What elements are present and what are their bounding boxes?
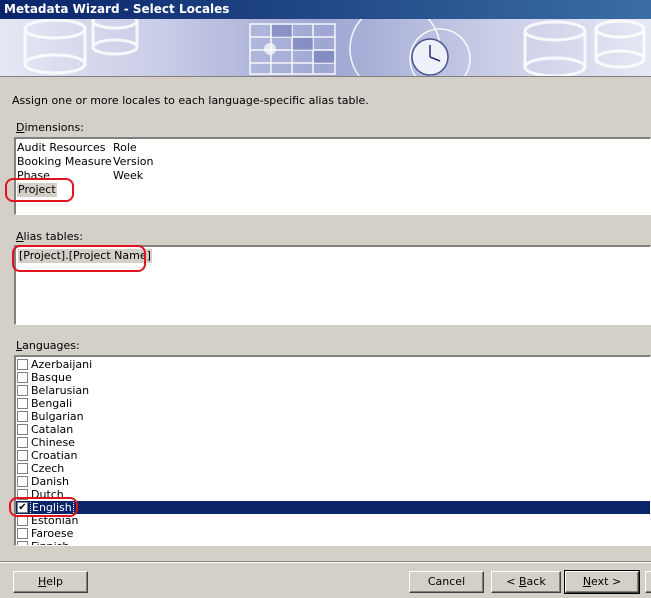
language-checkbox[interactable]: [17, 476, 28, 487]
language-item-czech[interactable]: Czech: [16, 462, 650, 475]
language-checkbox[interactable]: [17, 437, 28, 448]
language-checkbox[interactable]: [17, 411, 28, 422]
languages-label: Languages:: [16, 339, 80, 352]
language-label: Faroese: [31, 527, 74, 540]
language-checkbox[interactable]: [17, 398, 28, 409]
language-checkbox[interactable]: [17, 515, 28, 526]
language-checkbox[interactable]: [17, 463, 28, 474]
title-bar: Metadata Wizard - Select Locales: [0, 0, 651, 19]
language-checkbox[interactable]: ✔: [17, 502, 28, 513]
alias-tables-list[interactable]: [Project].[Project Name]: [14, 245, 651, 325]
cancel-button[interactable]: Cancel: [409, 571, 484, 593]
dimension-item-role[interactable]: Role: [113, 141, 153, 155]
language-checkbox[interactable]: [17, 359, 28, 370]
language-checkbox[interactable]: [17, 424, 28, 435]
dimension-item-audit-resources[interactable]: Audit Resources: [17, 141, 112, 155]
language-label: Bulgarian: [31, 410, 84, 423]
dimension-item-week[interactable]: Week: [113, 169, 153, 183]
dimensions-column-2: Role Version Week: [113, 141, 153, 183]
language-label: Estonian: [31, 514, 79, 527]
language-item-english[interactable]: ✔ English: [16, 500, 650, 515]
language-item-belarusian[interactable]: Belarusian: [16, 384, 650, 397]
language-item-danish[interactable]: Danish: [16, 475, 650, 488]
language-label: Belarusian: [31, 384, 90, 397]
dimension-item-version[interactable]: Version: [113, 155, 153, 169]
language-label: Bengali: [31, 397, 73, 410]
dimension-item-booking-measure[interactable]: Booking Measure: [17, 155, 112, 169]
dimensions-list[interactable]: Audit Resources Booking Measure Phase Pr…: [14, 137, 651, 215]
next-button[interactable]: Next >: [564, 570, 640, 594]
help-button[interactable]: Help: [13, 571, 88, 593]
alias-table-item-project-name[interactable]: [Project].[Project Name]: [18, 249, 152, 263]
language-checkbox[interactable]: [17, 385, 28, 396]
language-item-basque[interactable]: Basque: [16, 371, 650, 384]
dimension-item-project[interactable]: Project: [17, 183, 112, 197]
dimensions-label: Dimensions:: [16, 121, 84, 134]
finish-button-partial[interactable]: [645, 571, 651, 593]
banner-artwork-icon: [23, 19, 646, 76]
language-checkbox[interactable]: [17, 489, 28, 500]
language-label: Finnish: [31, 540, 69, 545]
button-separator: [0, 561, 651, 563]
language-label: Basque: [31, 371, 72, 384]
language-item-chinese[interactable]: Chinese: [16, 436, 650, 449]
window-title: Metadata Wizard - Select Locales: [4, 2, 230, 16]
language-checkbox[interactable]: [17, 528, 28, 539]
languages-list[interactable]: Azerbaijani Basque Belarusian Bengali Bulgar…: [14, 355, 651, 546]
language-label: Catalan: [31, 423, 74, 436]
language-item-finnish[interactable]: Finnish: [16, 540, 650, 545]
language-label: Croatian: [31, 449, 78, 462]
language-label: Danish: [31, 475, 69, 488]
language-label: Dutch: [31, 488, 64, 501]
language-item-faroese[interactable]: Faroese: [16, 527, 650, 540]
language-checkbox[interactable]: [17, 541, 28, 545]
dimensions-column-1: Audit Resources Booking Measure Phase Pr…: [17, 141, 112, 197]
language-label: Azerbaijani: [31, 358, 93, 371]
language-item-dutch[interactable]: Dutch: [16, 488, 650, 501]
language-item-catalan[interactable]: Catalan: [16, 423, 650, 436]
wizard-banner: [0, 19, 651, 77]
language-item-bulgarian[interactable]: Bulgarian: [16, 410, 650, 423]
language-item-bengali[interactable]: Bengali: [16, 397, 650, 410]
language-item-croatian[interactable]: Croatian: [16, 449, 650, 462]
language-checkbox[interactable]: [17, 450, 28, 461]
language-item-azerbaijani[interactable]: Azerbaijani: [16, 358, 650, 371]
alias-tables-label: Alias tables:: [16, 230, 83, 243]
back-button[interactable]: < Back: [491, 571, 561, 593]
instruction-text: Assign one or more locales to each langu…: [12, 94, 369, 107]
language-label: Chinese: [31, 436, 75, 449]
dimension-item-phase[interactable]: Phase: [17, 169, 112, 183]
language-checkbox[interactable]: [17, 372, 28, 383]
language-item-estonian[interactable]: Estonian: [16, 514, 650, 527]
language-label: English: [30, 500, 74, 515]
language-label: Czech: [31, 462, 65, 475]
